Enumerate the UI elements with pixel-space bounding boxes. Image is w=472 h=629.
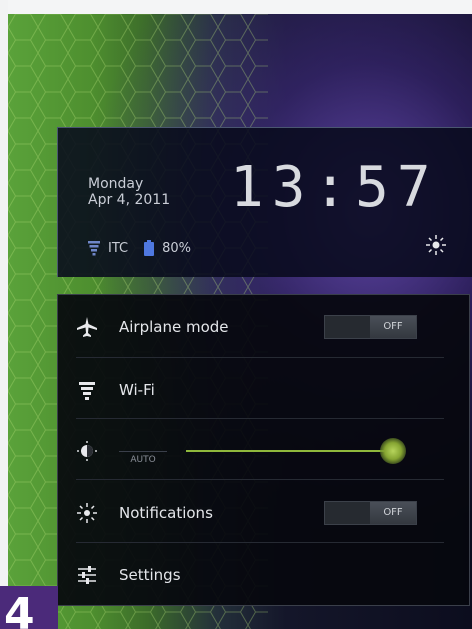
signal-icon <box>88 241 100 256</box>
airplane-icon <box>77 317 97 337</box>
notifications-row[interactable]: Notifications OFF <box>58 485 469 541</box>
wifi-label: Wi-Fi <box>119 381 155 399</box>
notifications-icon <box>77 503 97 523</box>
time-display: 13:57 <box>230 155 439 220</box>
settings-icon <box>78 566 96 584</box>
wifi-icon <box>79 382 95 400</box>
divider <box>76 542 444 543</box>
status-row: ITC 80% <box>88 238 191 258</box>
notifications-label: Notifications <box>119 504 213 522</box>
left-border <box>0 0 8 629</box>
airplane-mode-row[interactable]: Airplane mode OFF <box>58 299 469 355</box>
brightness-row: AUTO <box>58 423 469 479</box>
brightness-icon <box>77 441 97 461</box>
brightness-slider-track[interactable] <box>186 450 390 452</box>
brightness-slider-thumb[interactable] <box>380 438 406 464</box>
battery-percent: 80% <box>162 240 191 256</box>
airplane-mode-toggle[interactable]: OFF <box>324 315 417 339</box>
settings-label: Settings <box>119 566 181 584</box>
page-number-badge: 4 <box>0 586 58 629</box>
top-border <box>0 0 472 14</box>
airplane-toggle-state: OFF <box>370 316 416 338</box>
battery-icon <box>144 240 155 256</box>
date-label: Apr 4, 2011 <box>88 192 171 208</box>
carrier-label: ITC <box>108 240 129 256</box>
settings-row[interactable]: Settings <box>58 547 469 603</box>
notifications-toggle[interactable]: OFF <box>324 501 417 525</box>
notifications-toggle-state: OFF <box>370 502 416 524</box>
brightness-auto-toggle[interactable]: AUTO <box>119 451 167 468</box>
divider <box>76 357 444 358</box>
wifi-row[interactable]: Wi-Fi <box>58 362 469 418</box>
quick-settings-menu: Airplane mode OFF Wi-Fi AUTO Notificatio… <box>57 294 470 606</box>
divider <box>76 418 444 419</box>
day-label: Monday <box>88 176 144 192</box>
brightness-quick-icon[interactable] <box>425 234 447 256</box>
clock-panel: Monday Apr 4, 2011 13:57 ITC 80% <box>57 127 472 277</box>
divider <box>76 479 444 480</box>
airplane-mode-label: Airplane mode <box>119 318 229 336</box>
